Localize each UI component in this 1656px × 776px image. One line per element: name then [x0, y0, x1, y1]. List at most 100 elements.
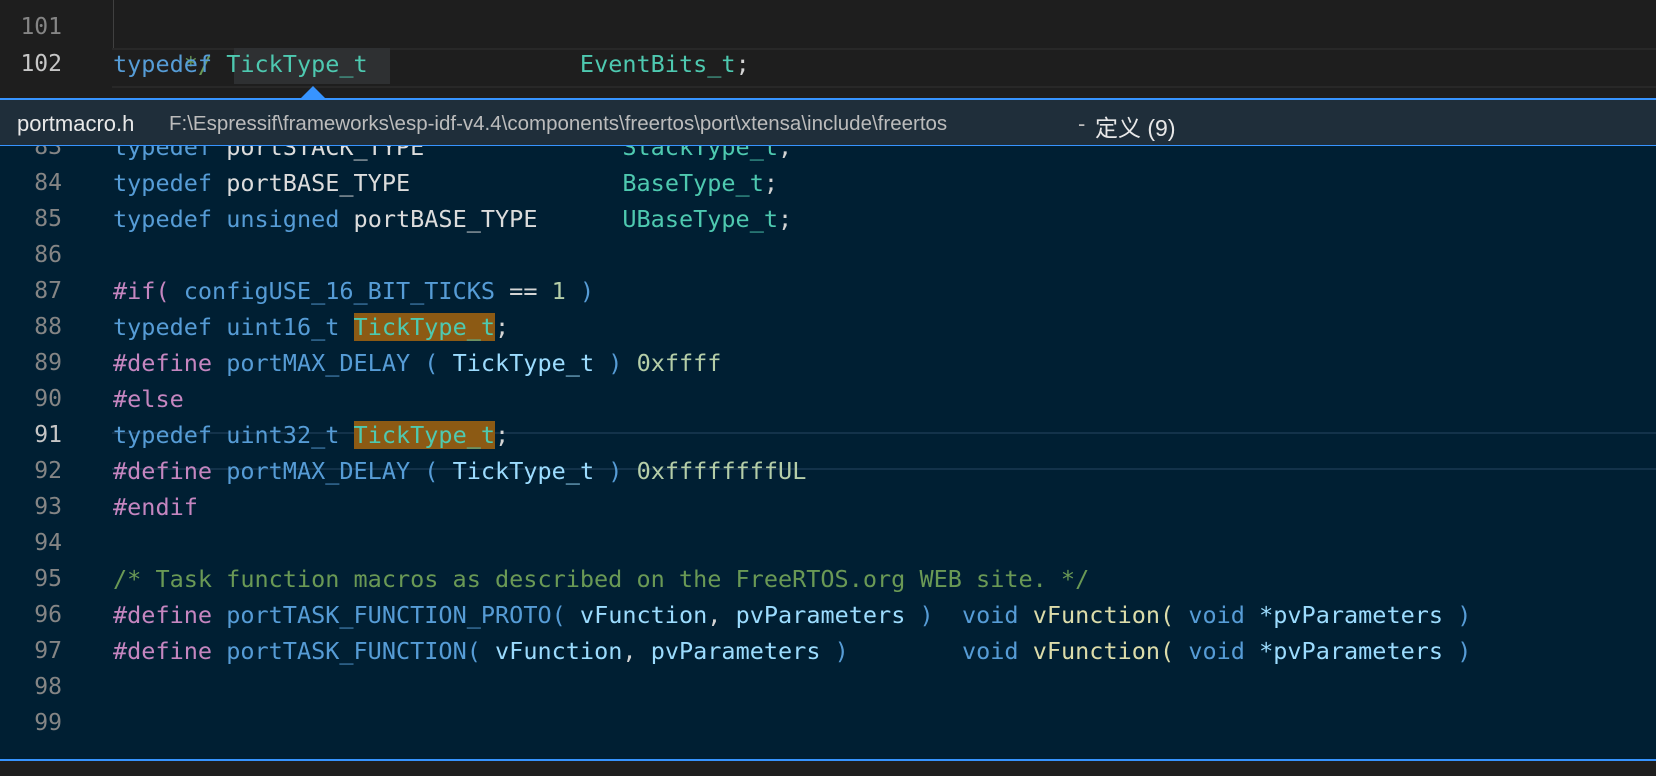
punctuation: ( — [424, 457, 439, 485]
peek-definition-header[interactable]: portmacro.h F:\Espressif\frameworks\esp-… — [0, 98, 1656, 146]
code-line[interactable]: #if( configUSE_16_BIT_TICKS == 1 ) — [113, 272, 594, 310]
code-line[interactable]: typedef unsigned portBASE_TYPE UBaseType… — [113, 200, 792, 238]
punctuation: ) — [1457, 637, 1472, 665]
peek-definition-body[interactable]: 83 typedef portSTACK_TYPE StackType_t; 8… — [0, 146, 1656, 760]
line-number: 96 — [34, 602, 62, 628]
code-line[interactable]: typedef portSTACK_TYPE StackType_t; — [113, 146, 792, 166]
preprocessor: #define — [113, 637, 213, 665]
punctuation: ; — [763, 169, 779, 197]
keyword: void — [1188, 637, 1245, 665]
line-number: 90 — [34, 386, 62, 412]
keyword: typedef — [113, 146, 213, 161]
punctuation: ( — [424, 349, 439, 377]
code-line[interactable]: typedef portBASE_TYPE BaseType_t; — [113, 164, 778, 202]
punctuation: ; — [495, 421, 510, 449]
punctuation: ) — [608, 349, 623, 377]
parameter: *pvParameters — [1259, 637, 1444, 665]
parameter: pvParameters — [650, 637, 821, 665]
keyword: void — [1188, 601, 1245, 629]
punctuation: ) — [579, 277, 595, 305]
punctuation: , — [622, 637, 637, 665]
code-line[interactable]: #endif — [113, 488, 198, 526]
line-number: 93 — [34, 494, 62, 520]
line-number: 92 — [34, 458, 62, 484]
line-number: 83 — [34, 146, 62, 160]
keyword: typedef — [113, 313, 213, 341]
punctuation: ) — [1457, 601, 1472, 629]
code-line[interactable]: #define portTASK_FUNCTION_PROTO( vFuncti… — [113, 596, 1471, 634]
code-line[interactable]: typedef uint16_t TickType_t; — [113, 308, 509, 346]
parameter: *pvParameters — [1259, 601, 1444, 629]
code-line[interactable]: #define portTASK_FUNCTION( vFunction, pv… — [113, 632, 1471, 670]
macro-name: configUSE_16_BIT_TICKS — [183, 277, 496, 305]
keyword: typedef — [113, 421, 213, 449]
line-number-active: 102 — [20, 51, 62, 77]
highlighted-match: TickType_t — [353, 421, 496, 449]
line-number: 98 — [34, 674, 62, 700]
code-line[interactable]: */ — [113, 8, 212, 79]
line-number-active: 91 — [34, 422, 62, 448]
peek-separator: - — [1078, 111, 1086, 136]
type-name: uint16_t — [226, 313, 340, 341]
peek-pointer-icon — [301, 86, 325, 98]
macro-name: portTASK_FUNCTION_PROTO( — [226, 601, 566, 629]
line-number: 95 — [34, 566, 62, 592]
peek-definition-count: 定义 (9) — [1095, 115, 1176, 141]
keyword: void — [961, 637, 1019, 665]
keyword: typedef — [113, 169, 213, 197]
operator: == — [509, 277, 538, 305]
macro-name: portMAX_DELAY — [226, 457, 411, 485]
preprocessor: #else — [113, 385, 184, 413]
punctuation: ) — [919, 601, 934, 629]
line-number: 101 — [20, 14, 62, 40]
macro-name: portMAX_DELAY — [226, 349, 411, 377]
line-number: 99 — [34, 710, 62, 736]
identifier: portBASE_TYPE — [226, 169, 411, 197]
type-name: UBaseType_t — [622, 205, 779, 233]
peek-file-name[interactable]: portmacro.h — [17, 111, 134, 137]
parameter: pvParameters — [735, 601, 906, 629]
line-number: 84 — [34, 170, 62, 196]
line-number: 87 — [34, 278, 62, 304]
code-line[interactable]: #define portMAX_DELAY ( TickType_t ) 0xf… — [113, 452, 806, 490]
number: 1 — [551, 277, 566, 305]
code-line[interactable]: /* Task function macros as described on … — [113, 560, 1089, 598]
comment: /* Task function macros as described on … — [113, 565, 1090, 593]
code-line-active[interactable]: typedef TickType_t EventBits_t; — [113, 45, 750, 83]
editor-below — [0, 761, 1656, 776]
code-line[interactable]: #else — [113, 380, 184, 418]
preprocessor: #endif — [113, 493, 198, 521]
type-name: EventBits_t — [579, 50, 736, 78]
keyword: unsigned — [226, 205, 340, 233]
macro-name: portTASK_FUNCTION( — [226, 637, 481, 665]
punctuation: ) — [834, 637, 849, 665]
number: 0xffffffffUL — [636, 457, 807, 485]
preprocessor: #if( — [113, 277, 170, 305]
preprocessor: #define — [113, 457, 213, 485]
line-number: 94 — [34, 530, 62, 556]
keyword: void — [961, 601, 1019, 629]
peek-file-path: F:\Espressif\frameworks\esp-idf-v4.4\com… — [169, 112, 948, 135]
parameter: vFunction — [495, 637, 623, 665]
function-name: vFunction( — [1032, 637, 1175, 665]
keyword: typedef — [113, 205, 213, 233]
type-name: TickType_t — [226, 50, 368, 78]
identifier: portBASE_TYPE — [353, 205, 538, 233]
code-line-active[interactable]: typedef uint32_t TickType_t; — [113, 416, 509, 454]
punctuation: ; — [778, 205, 793, 233]
type-name: TickType_t — [452, 457, 595, 485]
line-number: 89 — [34, 350, 62, 376]
type-name: StackType_t — [622, 146, 778, 161]
type-name: TickType_t — [452, 349, 595, 377]
code-line[interactable]: #define portMAX_DELAY ( TickType_t ) 0xf… — [113, 344, 721, 382]
editor-area[interactable]: 101 */ 102 typedef TickType_t EventBits_… — [0, 0, 1656, 98]
keyword: typedef — [113, 50, 213, 78]
preprocessor: #define — [113, 601, 213, 629]
highlighted-match: TickType_t — [353, 313, 496, 341]
identifier: portSTACK_TYPE — [226, 146, 425, 161]
punctuation: ; — [778, 146, 793, 161]
line-number: 97 — [34, 638, 62, 664]
type-name: BaseType_t — [622, 169, 764, 197]
line-number: 88 — [34, 314, 62, 340]
punctuation: ) — [608, 457, 623, 485]
